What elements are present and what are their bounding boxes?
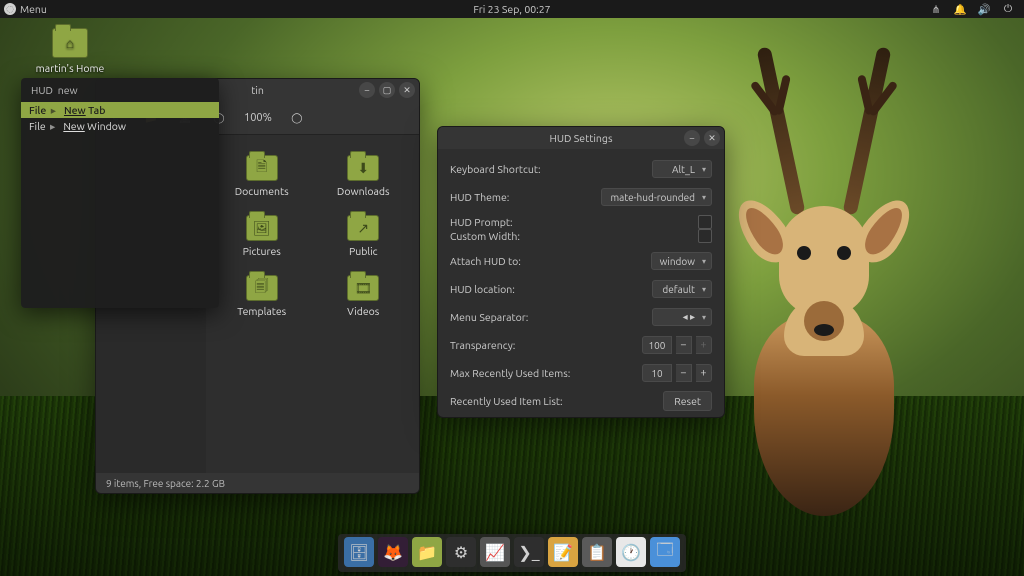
zoom-in-icon[interactable]: ◯	[288, 109, 306, 127]
panel-clock[interactable]: Fri 23 Sep, 00:27	[473, 3, 550, 15]
separator-dropdown[interactable]: ◂ ▸	[652, 308, 712, 326]
recent-minus[interactable]: −	[676, 364, 692, 382]
recent-plus[interactable]: +	[696, 364, 712, 382]
settings-close-button[interactable]: ✕	[704, 130, 720, 146]
distro-logo-icon[interactable]: ◌	[4, 3, 16, 15]
dock-clock-icon[interactable]: 🕐	[616, 537, 646, 567]
power-icon[interactable]: ⏻	[1002, 3, 1014, 15]
shortcut-label: Keyboard Shortcut:	[450, 163, 652, 175]
dock-filemanager-icon[interactable]: 📁	[412, 537, 442, 567]
transparency-label: Transparency:	[450, 339, 642, 351]
shortcut-dropdown[interactable]: Alt_L	[652, 160, 712, 178]
dock-firefox-icon[interactable]: 🦊	[378, 537, 408, 567]
attach-label: Attach HUD to:	[450, 255, 651, 267]
hud-search-input[interactable]: HUD new	[21, 78, 219, 102]
desktop-home-label: martin's Home	[30, 62, 110, 74]
folder-icon: ↗	[347, 215, 379, 241]
theme-dropdown[interactable]: mate-hud-rounded	[601, 188, 712, 206]
transparency-minus[interactable]: −	[676, 336, 692, 354]
theme-label: HUD Theme:	[450, 191, 601, 203]
dock: 🗄 🦊 📁 ⚙ 📈 ❯_ 📝 📋 🕐 🗔	[338, 534, 686, 572]
hud-result-0[interactable]: FileNew Tab	[21, 102, 219, 118]
fm-statusbar: 9 items, Free space: 2.2 GB	[96, 473, 419, 493]
settings-title: HUD Settings	[550, 132, 613, 144]
fm-folder-public[interactable]: ↗ Public	[318, 215, 410, 257]
transparency-plus[interactable]: +	[696, 336, 712, 354]
volume-icon[interactable]: 🔊	[978, 3, 990, 15]
settings-minimize-button[interactable]: –	[684, 130, 700, 146]
dock-terminal-icon[interactable]: ❯_	[514, 537, 544, 567]
dock-files-icon[interactable]: 🗄	[344, 537, 374, 567]
dock-tasks-icon[interactable]: 🗔	[650, 537, 680, 567]
folder-icon: 🖼	[246, 215, 278, 241]
attach-dropdown[interactable]: window	[651, 252, 712, 270]
folder-label: Templates	[216, 305, 308, 317]
folder-icon: 🗎	[246, 155, 278, 181]
width-label: Custom Width:	[450, 230, 698, 242]
fm-folder-templates[interactable]: 🗐 Templates	[216, 275, 308, 317]
location-label: HUD location:	[450, 283, 652, 295]
folder-label: Public	[318, 245, 410, 257]
fm-minimize-button[interactable]: –	[359, 82, 375, 98]
prompt-label: HUD Prompt:	[450, 216, 698, 228]
folder-label: Downloads	[318, 185, 410, 197]
fm-close-button[interactable]: ✕	[399, 82, 415, 98]
fm-maximize-button[interactable]: ▢	[379, 82, 395, 98]
hud-settings-window: HUD Settings – ✕ Keyboard Shortcut: Alt_…	[437, 126, 725, 418]
home-folder-icon: ⌂	[52, 28, 88, 58]
fm-folder-pictures[interactable]: 🖼 Pictures	[216, 215, 308, 257]
folder-icon: 🎞	[347, 275, 379, 301]
transparency-value[interactable]: 100	[642, 336, 672, 354]
settings-titlebar[interactable]: HUD Settings – ✕	[438, 127, 724, 149]
desktop-home-icon[interactable]: ⌂ martin's Home	[30, 28, 110, 74]
folder-label: Videos	[318, 305, 410, 317]
folder-label: Pictures	[216, 245, 308, 257]
separator-label: Menu Separator:	[450, 311, 652, 323]
dock-notes-icon[interactable]: 📋	[582, 537, 612, 567]
dock-settings-icon[interactable]: ⚙	[446, 537, 476, 567]
dock-monitor-icon[interactable]: 📈	[480, 537, 510, 567]
recent-value[interactable]: 10	[642, 364, 672, 382]
network-icon[interactable]: ⋔	[930, 3, 942, 15]
location-dropdown[interactable]: default	[652, 280, 712, 298]
folder-icon: ⬇	[347, 155, 379, 181]
zoom-level: 100%	[244, 112, 272, 124]
folder-icon: 🗐	[246, 275, 278, 301]
notifications-icon[interactable]: 🔔	[954, 3, 966, 15]
reset-list-button[interactable]: Reset	[663, 391, 712, 411]
menu-button[interactable]: Menu	[20, 3, 47, 15]
top-panel: ◌ Menu Fri 23 Sep, 00:27 ⋔ 🔔 🔊 ⏻	[0, 0, 1024, 18]
dock-editor-icon[interactable]: 📝	[548, 537, 578, 567]
fm-icon-view[interactable]: 🗎 Documents ⬇ Downloads 🖼 Pictures ↗ Public 🗐 Tem…	[206, 135, 419, 473]
prompt-checkbox[interactable]	[698, 215, 712, 229]
recent-label: Max Recently Used Items:	[450, 367, 642, 379]
folder-label: Documents	[216, 185, 308, 197]
fm-folder-videos[interactable]: 🎞 Videos	[318, 275, 410, 317]
hud-result-1[interactable]: FileNew Window	[21, 118, 219, 134]
wallpaper-deer	[684, 136, 964, 516]
hud-panel: HUD new FileNew TabFileNew Window	[21, 78, 219, 308]
fm-folder-documents[interactable]: 🗎 Documents	[216, 155, 308, 197]
width-checkbox[interactable]	[698, 229, 712, 243]
fm-title: tin	[251, 84, 264, 96]
fm-folder-downloads[interactable]: ⬇ Downloads	[318, 155, 410, 197]
list-label: Recently Used Item List:	[450, 395, 663, 407]
